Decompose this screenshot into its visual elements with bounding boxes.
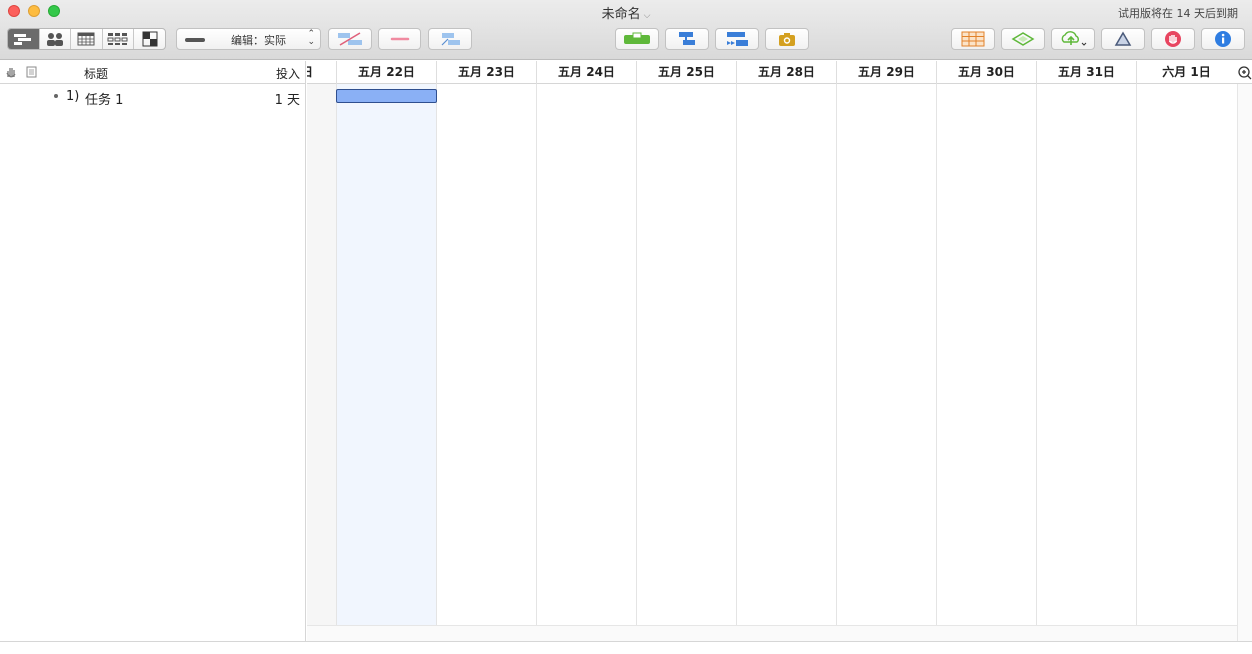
level-resources-button[interactable] [615,28,659,50]
zoom-in-icon [1238,66,1252,80]
dash-icon [185,38,205,42]
day-header: 五月 31日 [1036,61,1136,84]
catch-up-button[interactable] [665,28,709,50]
styles-button[interactable] [1101,28,1145,50]
column-header-title[interactable]: 标题 [84,65,108,82]
diamond-sync-icon [1011,32,1035,46]
task-bar[interactable] [336,89,437,103]
table-icon [961,31,985,47]
vertical-scrollbar[interactable] [1237,84,1252,641]
day-header: 五月 30日 [936,61,1036,84]
day-column [336,84,436,625]
outline-header: 标题 投入 [0,61,306,84]
sync-button[interactable] [1001,28,1045,50]
day-column [736,84,836,625]
day-header: 五月 23日 [436,61,536,84]
inspector-button[interactable] [1201,28,1245,50]
row-bullet-icon [54,94,58,98]
status-bar [0,641,1252,654]
cloud-upload-icon [1061,31,1087,46]
up-down-chevron-icon: ⌃ ⌄ [307,29,315,47]
day-header: 六月 1日 [1136,61,1236,84]
resource-view-button[interactable] [40,29,72,49]
task-number: 1) [66,89,80,104]
task-title[interactable]: 任务 1 [85,89,123,108]
camera-icon [779,33,795,46]
day-column [636,84,736,625]
day-header-partial: 日 [307,65,314,79]
network-view-button[interactable] [103,29,135,49]
day-column [836,84,936,625]
notes-column-icon[interactable] [26,66,37,81]
violations-button[interactable] [1151,28,1195,50]
baseline-button[interactable] [715,28,759,50]
catch-up-icon [679,32,695,45]
day-header: 五月 28日 [736,61,836,84]
window-title-text: 未命名 [601,7,641,22]
calendar-icon [77,32,95,46]
day-column [1036,84,1136,625]
edit-mode-label: 编辑：实际 [231,34,286,47]
column-header-effort[interactable]: 投入 [276,65,300,82]
zoom-button[interactable] [1237,61,1252,84]
network-icon [107,33,128,45]
day-header: 五月 29日 [836,61,936,84]
edit-mode-popup[interactable]: 编辑：实际 ⌃ ⌄ [176,28,321,50]
styles-view-button[interactable] [134,29,165,49]
disconnect-icon [390,37,409,41]
people-icon [46,33,63,46]
level-icon [624,32,650,44]
gantt-column-partial [307,84,336,625]
trial-notice: 试用版将在 14 天后到期 [1118,7,1238,20]
task-row[interactable]: 1) 任务 1 1 天 [0,87,306,108]
day-header: 五月 25日 [636,61,736,84]
connect-tasks-icon [338,32,362,46]
window-title[interactable]: 未命名 ⌵ [0,3,1252,22]
publish-cloud-button[interactable] [1051,28,1095,50]
hand-stop-icon [1165,31,1181,47]
day-column [936,84,1036,625]
triangle-icon [1114,31,1132,46]
day-column [536,84,636,625]
day-header: 五月 24日 [536,61,636,84]
day-column [1136,84,1236,625]
view-mode-segmented-control[interactable] [7,28,166,50]
info-icon [1215,31,1231,47]
toolbar: 未命名 ⌵ 试用版将在 14 天后到期 编辑：实际 ⌃ ⌄ [0,0,1252,60]
snapshot-button[interactable] [765,28,809,50]
day-header: 五月 22日 [336,61,436,84]
schedule-tasks-button[interactable] [428,28,472,50]
calendar-view-button[interactable] [71,29,103,49]
disconnect-tasks-button[interactable] [378,28,421,50]
chevron-down-icon: ⌵ [643,11,651,21]
gantt-chart: 日五月 22日 五月 23日 五月 24日 五月 25日 五月 28日 五月 29日 五月 … [307,61,1237,625]
gantt-view-button[interactable] [8,29,40,49]
styles-grid-icon [142,31,158,47]
connect-tasks-button[interactable] [328,28,372,50]
gantt-view-icon [14,34,32,45]
gantt-timeline-header: 日五月 22日 五月 23日 五月 24日 五月 25日 五月 28日 五月 29日 五月 … [307,61,1237,84]
outline-pane: 标题 投入 1) 任务 1 1 天 [0,61,306,641]
hand-icon[interactable] [5,66,17,81]
schedule-icon [441,33,460,46]
app-window: 未命名 ⌵ 试用版将在 14 天后到期 编辑：实际 ⌃ ⌄ 标题 投入 1) 任… [0,0,1252,654]
baseline-icon [727,32,748,46]
horizontal-scrollbar[interactable] [307,625,1237,641]
task-effort[interactable]: 1 天 [275,89,300,108]
day-column [436,84,536,625]
export-table-button[interactable] [951,28,995,50]
